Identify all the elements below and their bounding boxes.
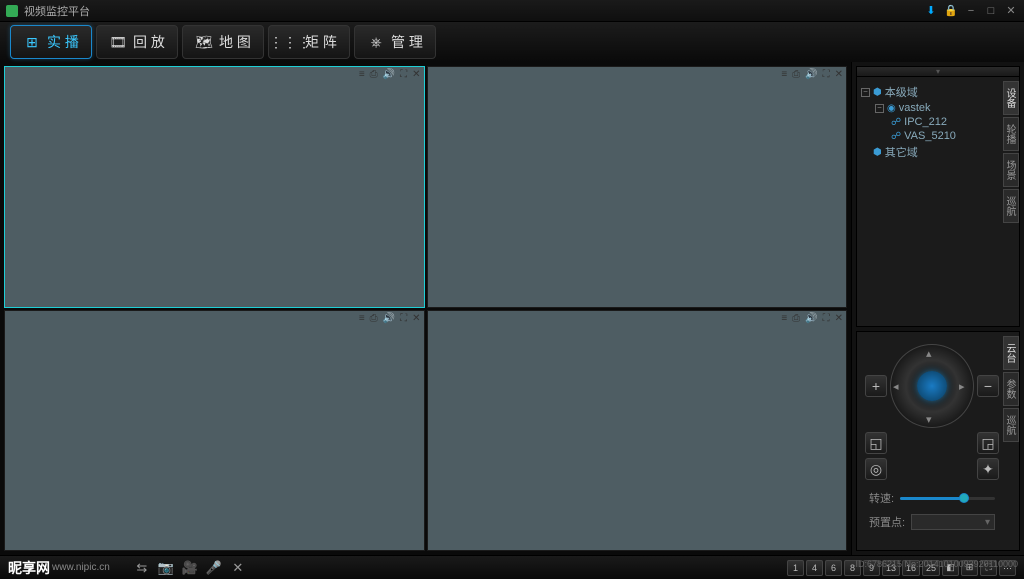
bottom-bar: 昵享网 www.nipic.cn ⇆ 📷 🎥 🎤 ✕ 1 4 6 8 9 13 …: [0, 555, 1024, 579]
tab-manage[interactable]: ⎈ 管 理: [354, 25, 436, 59]
fullscreen-icon[interactable]: ⛶: [400, 69, 407, 80]
tab-playback[interactable]: 🎞 回 放: [96, 25, 178, 59]
tree-other-domain[interactable]: ⬢其它域: [861, 143, 1015, 161]
close-button[interactable]: ✕: [1004, 4, 1018, 18]
iris-close-button[interactable]: ✦: [977, 458, 999, 480]
list-icon[interactable]: ≡: [359, 313, 365, 324]
domain-icon: ⬢: [873, 87, 882, 98]
domain-icon: ⬢: [873, 147, 882, 158]
sidetab-carousel[interactable]: 轮播: [1003, 117, 1019, 151]
video-cell-4[interactable]: ≡ ⎙ 🔊 ⛶ ✕: [427, 310, 848, 552]
video-grid: ≡ ⎙ 🔊 ⛶ ✕ ≡ ⎙ 🔊 ⛶ ✕ ≡ ⎙ 🔊 ⛶ ✕ ≡ ⎙ 🔊 ⛶ ✕: [0, 62, 851, 555]
zoom-out-button[interactable]: −: [977, 375, 999, 397]
zoom-in-button[interactable]: +: [865, 375, 887, 397]
snapshot-icon[interactable]: ⎙: [792, 69, 800, 80]
watermark: 昵享网 www.nipic.cn: [8, 558, 110, 578]
tool-talk-icon[interactable]: ⇆: [134, 560, 150, 576]
titlebar: 视频监控平台 ⬇ 🔒 − □ ✕: [0, 0, 1024, 22]
tab-live-label: 实 播: [47, 32, 79, 52]
fullscreen-icon[interactable]: ⛶: [400, 313, 407, 324]
main-area: ≡ ⎙ 🔊 ⛶ ✕ ≡ ⎙ 🔊 ⛶ ✕ ≡ ⎙ 🔊 ⛶ ✕ ≡ ⎙ 🔊 ⛶ ✕ ▾ 设备 轮播 场景 巡航: [0, 62, 1024, 555]
ptztab-params[interactable]: 参数: [1003, 372, 1019, 406]
fullscreen-icon[interactable]: ⛶: [823, 69, 830, 80]
close-cell-icon[interactable]: ✕: [835, 313, 843, 324]
server-icon: ◉: [887, 103, 896, 114]
tree-cam-2[interactable]: ☍VAS_5210: [861, 129, 1015, 143]
panel-collapse-handle[interactable]: ▾: [857, 67, 1019, 77]
tree-root[interactable]: −⬢本级域: [861, 83, 1015, 101]
list-icon[interactable]: ≡: [781, 69, 787, 80]
tab-playback-label: 回 放: [133, 32, 165, 52]
image-id-stamp: ID:6786215 No:20141010093920110000: [856, 559, 1018, 569]
tab-manage-label: 管 理: [391, 32, 423, 52]
tool-snapshot-icon[interactable]: 📷: [158, 560, 174, 576]
layout-6[interactable]: 6: [825, 560, 842, 576]
video-cell-3[interactable]: ≡ ⎙ 🔊 ⛶ ✕: [4, 310, 425, 552]
minimize-button[interactable]: −: [964, 4, 978, 18]
preset-label: 预置点:: [869, 514, 905, 530]
reel-icon: 🎞: [109, 33, 127, 51]
ptz-down[interactable]: ▾: [926, 413, 938, 425]
matrix-icon: ⋮⋮⋮: [281, 33, 299, 51]
audio-icon[interactable]: 🔊: [805, 313, 817, 324]
nav-bar: ⊞ 实 播 🎞 回 放 🗺 地 图 ⋮⋮⋮ 矩 阵 ⎈ 管 理: [0, 22, 1024, 62]
tool-record-icon[interactable]: 🎥: [182, 560, 198, 576]
app-logo-icon: [6, 5, 18, 17]
ptz-center-button[interactable]: [917, 371, 947, 401]
wheel-icon: ⎈: [367, 33, 385, 51]
focus-far-button[interactable]: ◲: [977, 432, 999, 454]
tree-cam-1[interactable]: ☍IPC_212: [861, 115, 1015, 129]
tool-stop-icon[interactable]: ✕: [230, 560, 246, 576]
list-icon[interactable]: ≡: [781, 313, 787, 324]
ptz-right[interactable]: ▸: [959, 380, 971, 392]
audio-icon[interactable]: 🔊: [805, 69, 817, 80]
close-cell-icon[interactable]: ✕: [412, 69, 420, 80]
maximize-button[interactable]: □: [984, 4, 998, 18]
iris-open-button[interactable]: ◎: [865, 458, 887, 480]
fullscreen-icon[interactable]: ⛶: [823, 313, 830, 324]
ptztab-cruise[interactable]: 巡航: [1003, 408, 1019, 442]
snapshot-icon[interactable]: ⎙: [370, 69, 378, 80]
snapshot-icon[interactable]: ⎙: [370, 313, 378, 324]
audio-icon[interactable]: 🔊: [383, 69, 395, 80]
close-cell-icon[interactable]: ✕: [412, 313, 420, 324]
ptz-left[interactable]: ◂: [893, 380, 905, 392]
tree-vendor[interactable]: −◉vastek: [861, 101, 1015, 115]
video-cell-2[interactable]: ≡ ⎙ 🔊 ⛶ ✕: [427, 66, 848, 308]
tab-matrix[interactable]: ⋮⋮⋮ 矩 阵: [268, 25, 350, 59]
layout-4[interactable]: 4: [806, 560, 823, 576]
tab-live[interactable]: ⊞ 实 播: [10, 25, 92, 59]
app-title: 视频监控平台: [24, 3, 918, 19]
speed-label: 转速:: [869, 490, 894, 506]
focus-near-button[interactable]: ◱: [865, 432, 887, 454]
map-icon: 🗺: [195, 33, 213, 51]
video-cell-1[interactable]: ≡ ⎙ 🔊 ⛶ ✕: [4, 66, 425, 308]
grid-icon: ⊞: [23, 33, 41, 51]
lock-icon[interactable]: 🔒: [944, 4, 958, 18]
ptz-dial: ▴ ▾ ◂ ▸: [890, 344, 974, 428]
sidetab-scene[interactable]: 场景: [1003, 153, 1019, 187]
ptztab-ptz[interactable]: 云台: [1003, 336, 1019, 370]
speed-slider[interactable]: [900, 497, 995, 500]
sidebar: ▾ 设备 轮播 场景 巡航 −⬢本级域 −◉vastek ☍IPC_212 ☍V…: [851, 62, 1024, 555]
close-cell-icon[interactable]: ✕: [835, 69, 843, 80]
camera-icon: ☍: [891, 131, 901, 142]
snapshot-icon[interactable]: ⎙: [792, 313, 800, 324]
layout-1[interactable]: 1: [787, 560, 804, 576]
ptz-up[interactable]: ▴: [926, 347, 938, 359]
sidetab-device[interactable]: 设备: [1003, 81, 1019, 115]
tab-map-label: 地 图: [219, 32, 251, 52]
download-icon[interactable]: ⬇: [924, 4, 938, 18]
device-tree: −⬢本级域 −◉vastek ☍IPC_212 ☍VAS_5210 ⬢其它域: [857, 77, 1019, 167]
tab-map[interactable]: 🗺 地 图: [182, 25, 264, 59]
audio-icon[interactable]: 🔊: [383, 313, 395, 324]
list-icon[interactable]: ≡: [359, 69, 365, 80]
tab-matrix-label: 矩 阵: [305, 32, 337, 52]
ptz-panel: 云台 参数 巡航 + ▴ ▾ ◂ ▸ −: [856, 331, 1020, 551]
tool-mic-icon[interactable]: 🎤: [206, 560, 222, 576]
sidetab-cruise[interactable]: 巡航: [1003, 189, 1019, 223]
camera-icon: ☍: [891, 117, 901, 128]
preset-select[interactable]: ▾: [911, 514, 995, 530]
device-tree-panel: ▾ 设备 轮播 场景 巡航 −⬢本级域 −◉vastek ☍IPC_212 ☍V…: [856, 66, 1020, 327]
